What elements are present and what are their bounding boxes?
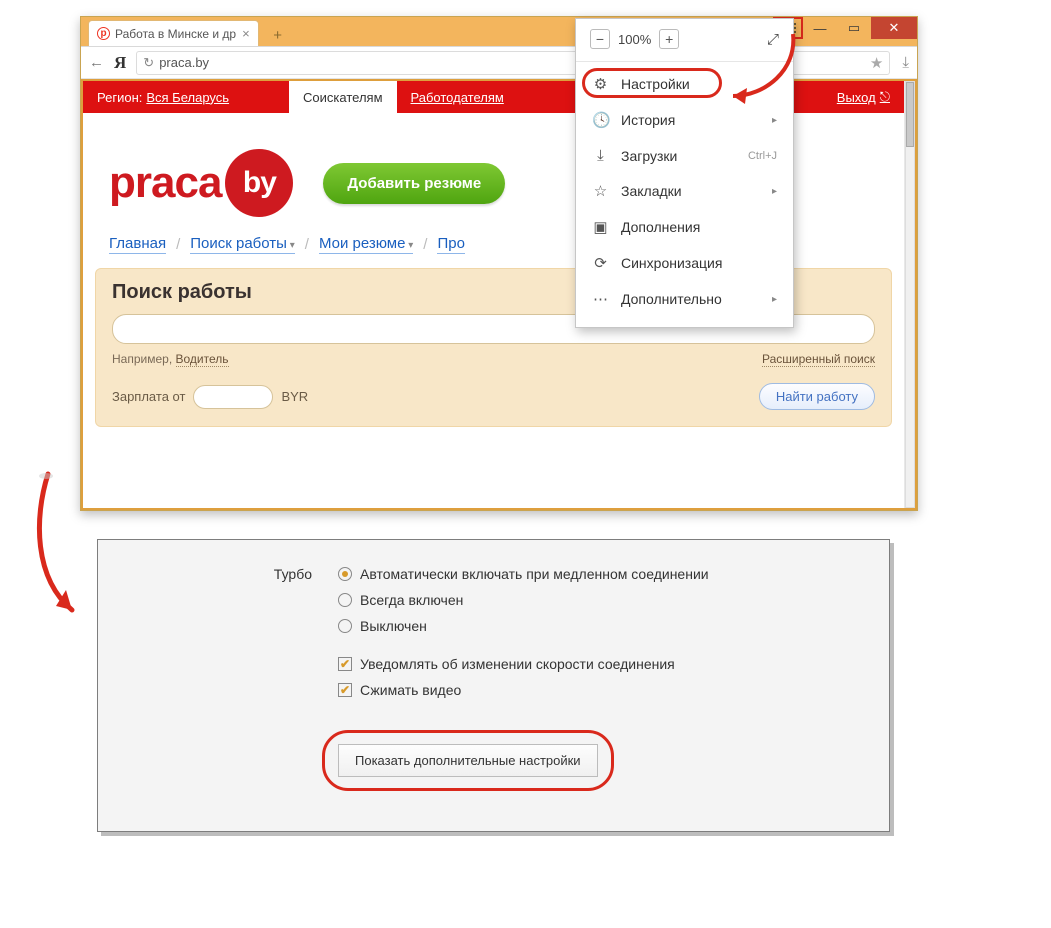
star-icon: ☆	[592, 182, 609, 200]
zoom-percent: 100%	[618, 32, 651, 47]
menu-sync[interactable]: ⟳ Синхронизация	[576, 245, 793, 281]
menu-more-label: Дополнительно	[621, 291, 722, 307]
downloads-icon[interactable]: ⤓	[902, 54, 909, 71]
notify-speed-label: Уведомлять об изменении скорости соедине…	[360, 656, 675, 672]
close-window-button[interactable]: ✕	[871, 17, 917, 39]
reload-icon[interactable]: ↻	[143, 55, 154, 71]
crumb-truncated[interactable]: Про	[437, 235, 464, 254]
site-logo: praca by	[109, 149, 293, 217]
maximize-button[interactable]: ▭	[837, 17, 871, 39]
menu-addons-label: Дополнения	[621, 219, 700, 235]
sync-icon: ⟳	[592, 254, 609, 272]
zoom-in-button[interactable]: +	[659, 29, 679, 49]
menu-history[interactable]: 🕓 История ▸	[576, 102, 793, 138]
menu-addons[interactable]: ▣ Дополнения	[576, 209, 793, 245]
radio-icon	[338, 619, 352, 633]
show-more-wrap: Показать дополнительные настройки	[338, 744, 598, 777]
region-label: Регион:	[83, 90, 142, 105]
more-icon: ⋯	[592, 290, 609, 308]
region-value[interactable]: Вся Беларусь	[146, 90, 229, 105]
find-job-button[interactable]: Найти работу	[759, 383, 875, 410]
example-label: Например,	[112, 352, 172, 366]
menu-separator	[576, 61, 793, 62]
clock-icon: 🕓	[592, 111, 609, 129]
menu-history-label: История	[621, 112, 675, 128]
addons-icon: ▣	[592, 218, 609, 236]
download-icon: ⤓	[592, 147, 609, 164]
menu-more[interactable]: ⋯ Дополнительно ▸	[576, 281, 793, 317]
browser-main-menu: − 100% + ⤢ ⚙ Настройки 🕓 История ▸ ⤓ Заг…	[575, 18, 794, 328]
scroll-thumb[interactable]	[906, 82, 914, 147]
turbo-section-label: Турбо	[138, 566, 338, 777]
nav-seekers[interactable]: Соискателям	[289, 81, 396, 113]
tab-close-icon[interactable]: ×	[242, 26, 250, 41]
menu-settings-label: Настройки	[621, 76, 690, 92]
submenu-arrow-icon: ▸	[772, 294, 777, 305]
sliders-icon: ⚙	[592, 75, 609, 93]
checkbox-icon: ✔	[338, 683, 352, 697]
bookmark-star-icon[interactable]: ★	[870, 54, 883, 72]
turbo-on-label: Всегда включен	[360, 592, 463, 608]
advanced-search-link[interactable]: Расширенный поиск	[762, 352, 875, 367]
checkbox-icon: ✔	[338, 657, 352, 671]
back-button[interactable]: ←	[89, 54, 104, 71]
turbo-auto-option[interactable]: Автоматически включать при медленном сое…	[338, 566, 849, 582]
crumb-main[interactable]: Главная	[109, 235, 166, 254]
turbo-auto-label: Автоматически включать при медленном сое…	[360, 566, 709, 582]
turbo-off-label: Выключен	[360, 618, 427, 634]
scrollbar[interactable]	[905, 81, 915, 508]
radio-icon	[338, 593, 352, 607]
currency-label: BYR	[281, 389, 308, 404]
logout-icon: ⎋	[880, 89, 890, 105]
compress-video-checkbox[interactable]: ✔ Сжимать видео	[338, 682, 849, 698]
logo-word: praca	[109, 158, 221, 208]
salary-label: Зарплата от	[112, 389, 185, 404]
menu-settings[interactable]: ⚙ Настройки	[576, 66, 793, 102]
compress-video-label: Сжимать видео	[360, 682, 461, 698]
radio-icon	[338, 567, 352, 581]
salary-input[interactable]	[193, 385, 273, 409]
add-resume-button[interactable]: Добавить резюме	[323, 163, 505, 204]
new-tab-button[interactable]: +	[267, 24, 289, 46]
zoom-out-button[interactable]: −	[590, 29, 610, 49]
yandex-logo-icon[interactable]: Я	[114, 53, 126, 73]
turbo-on-option[interactable]: Всегда включен	[338, 592, 849, 608]
window-controls: — ▭ ✕	[803, 17, 917, 39]
favicon-icon: p	[97, 27, 110, 40]
fullscreen-icon[interactable]: ⤢	[767, 31, 779, 48]
menu-downloads[interactable]: ⤓ Загрузки Ctrl+J	[576, 138, 793, 173]
menu-downloads-label: Загрузки	[621, 148, 677, 164]
submenu-arrow-icon: ▸	[772, 186, 777, 197]
menu-sync-label: Синхронизация	[621, 255, 722, 271]
crumb-search[interactable]: Поиск работы	[190, 235, 295, 254]
tab-title: Работа в Минске и др	[115, 27, 236, 41]
minimize-button[interactable]: —	[803, 17, 837, 39]
example-link[interactable]: Водитель	[176, 352, 229, 367]
settings-panel: Турбо Автоматически включать при медленн…	[97, 539, 890, 832]
url-text: praca.by	[159, 55, 209, 70]
menu-downloads-hint: Ctrl+J	[748, 150, 777, 162]
submenu-arrow-icon: ▸	[772, 115, 777, 126]
show-more-settings-button[interactable]: Показать дополнительные настройки	[338, 744, 598, 777]
crumb-resumes[interactable]: Мои резюме	[319, 235, 413, 254]
nav-employers[interactable]: Работодателям	[397, 81, 518, 113]
turbo-off-option[interactable]: Выключен	[338, 618, 849, 634]
notify-speed-checkbox[interactable]: ✔ Уведомлять об изменении скорости соеди…	[338, 656, 849, 672]
browser-tab[interactable]: p Работа в Минске и др ×	[88, 20, 259, 46]
logout-link[interactable]: Выход⎋	[837, 89, 904, 105]
zoom-row: − 100% + ⤢	[576, 25, 793, 59]
menu-bookmarks-label: Закладки	[621, 183, 682, 199]
logo-circle: by	[225, 149, 293, 217]
menu-bookmarks[interactable]: ☆ Закладки ▸	[576, 173, 793, 209]
